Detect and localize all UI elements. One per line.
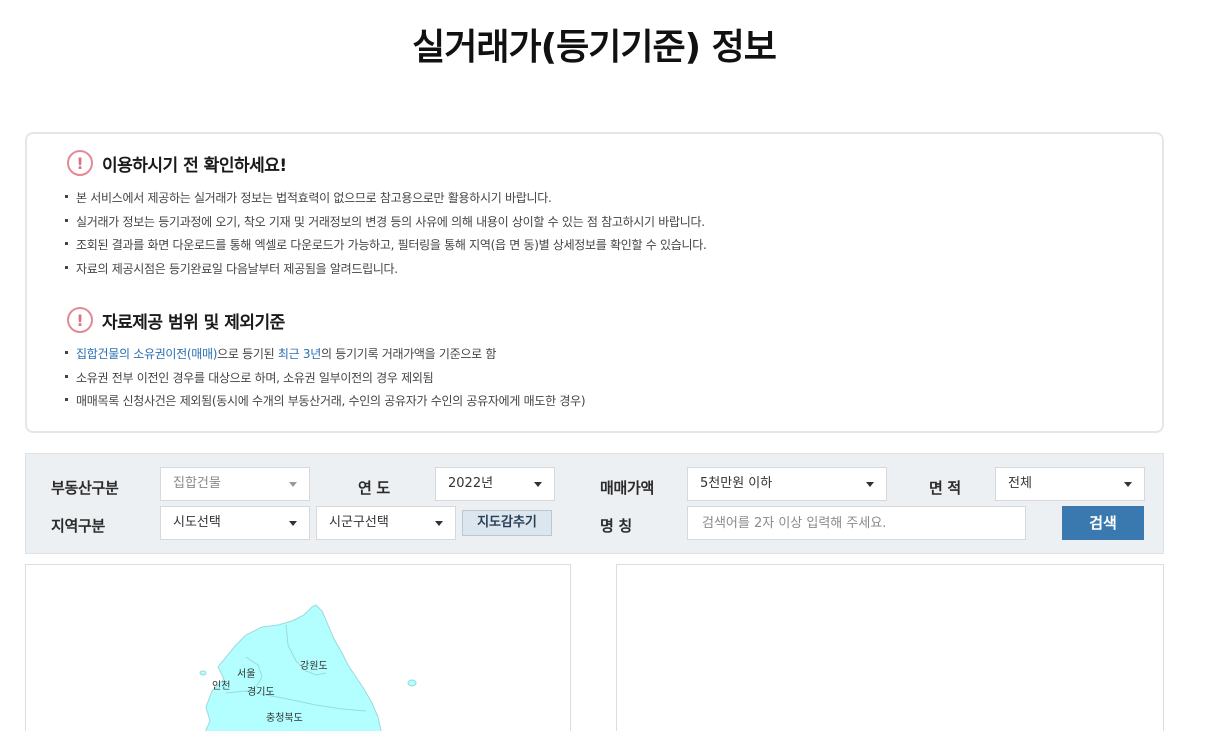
region-label: 지역구분 [51,517,106,535]
chevron-down-icon [1124,482,1132,487]
map-toggle-button[interactable]: 지도감추기 [462,510,552,536]
notice-heading-text: 이용하시기 전 확인하세요! [102,155,287,176]
exclamation-icon: ! [67,150,93,176]
price-label: 매매가액 [600,479,655,497]
year-value: 2022년 [448,476,494,491]
chevron-down-icon [435,521,443,526]
notice-item: 조회된 결과를 화면 다운로드를 통해 엑셀로 다운로드가 가능하고, 필터링을… [65,234,707,258]
chevron-down-icon [289,482,297,487]
scope-item: 매매목록 신청사건은 제외됨(동시에 수개의 부동산거래, 수인의 공유자가 수… [65,390,586,414]
price-select[interactable]: 5천만원 이하 [687,467,887,501]
map-label-chungbuk: 충청북도 [266,712,303,724]
map-label-seoul: 서울 [237,668,255,680]
scope-list: 집합건물의 소유권이전(매매)으로 등기된 최근 3년의 등기기록 거래가액을 … [65,343,586,414]
scope-highlight-period: 최근 3년 [277,347,321,361]
name-label: 명 칭 [600,517,632,535]
notice-list: 본 서비스에서 제공하는 실거래가 정보는 법적효력이 없으므로 참고용으로만 … [65,187,707,281]
scope-text: 의 등기기록 거래가액을 기준으로 함 [320,347,497,361]
scope-item: 집합건물의 소유권이전(매매)으로 등기된 최근 3년의 등기기록 거래가액을 … [65,343,585,367]
notice-box: ! 이용하시기 전 확인하세요! 본 서비스에서 제공하는 실거래가 정보는 법… [25,132,1164,433]
year-select[interactable]: 2022년 [435,467,555,501]
property-type-label: 부동산구분 [51,479,119,497]
map-label-gyeonggi: 경기도 [247,685,275,698]
notice-item: 자료의 제공시점은 등기완료일 다음날부터 제공됨을 알려드립니다. [65,258,707,282]
search-panel: 부동산구분 집합건물 연 도 2022년 매매가액 5천만원 이하 면 적 전체… [25,453,1164,554]
price-value: 5천만원 이하 [700,476,773,491]
chevron-down-icon [534,482,542,487]
korea-map: 강원도 서울 인천 경기도 충청북도 [199,604,417,731]
chevron-down-icon [289,521,297,526]
scope-heading-text: 자료제공 범위 및 제외기준 [102,312,285,333]
chevron-down-icon [866,482,874,487]
map-region-ulleungdo[interactable] [407,679,417,687]
property-type-value: 집합건물 [173,476,221,491]
sido-select[interactable]: 시도선택 [160,506,310,540]
area-value: 전체 [1008,476,1032,491]
scope-heading: ! 자료제공 범위 및 제외기준 [67,307,285,333]
map-panel: 강원도 서울 인천 경기도 충청북도 [25,564,571,731]
page-title: 실거래가(등기기준) 정보 [412,27,777,68]
notice-item: 실거래가 정보는 등기과정에 오기, 착오 기재 및 거래정보의 변경 등의 사… [65,211,707,235]
notice-item: 본 서비스에서 제공하는 실거래가 정보는 법적효력이 없으므로 참고용으로만 … [65,187,707,211]
result-panel [616,564,1164,731]
name-search-input[interactable] [687,506,1026,540]
map-region-island[interactable] [199,670,207,676]
area-label: 면 적 [929,479,961,497]
sido-value: 시도선택 [173,515,221,530]
scope-text: 으로 등기된 [217,347,278,361]
map-label-incheon: 인천 [212,680,230,692]
search-button[interactable]: 검색 [1062,506,1144,540]
sigungu-select[interactable]: 시군구선택 [316,506,456,540]
scope-highlight-transfer: 집합건물의 소유권이전(매매) [76,347,218,361]
scope-item: 소유권 전부 이전인 경우를 대상으로 하며, 소유권 일부이전의 경우 제외됨 [65,367,585,391]
property-type-select[interactable]: 집합건물 [160,467,310,501]
area-select[interactable]: 전체 [995,467,1145,501]
sigungu-value: 시군구선택 [329,515,389,530]
exclamation-icon: ! [67,307,93,333]
notice-heading: ! 이용하시기 전 확인하세요! [67,150,287,176]
map-label-gangwon: 강원도 [300,660,328,672]
year-label: 연 도 [358,479,390,497]
